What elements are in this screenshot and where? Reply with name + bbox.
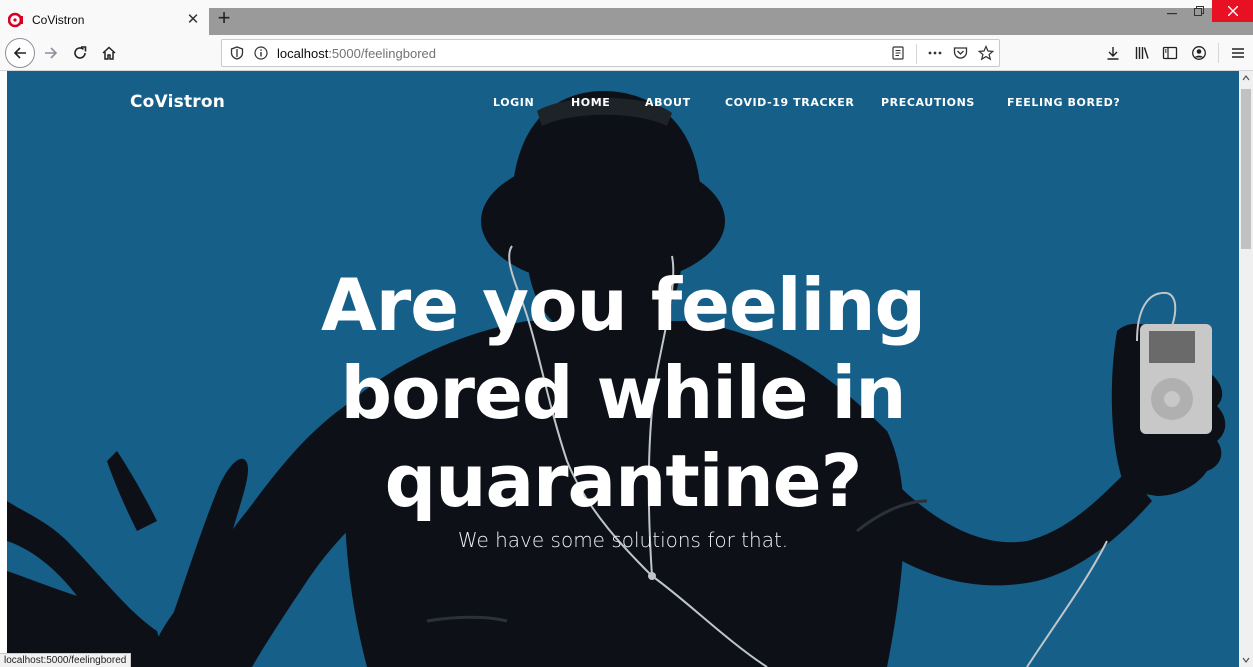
covistron-favicon-icon [8, 12, 24, 28]
url-text: localhost:5000/feelingbored [277, 46, 436, 61]
downloads-icon[interactable] [1100, 40, 1126, 66]
url-host: localhost [277, 46, 329, 61]
window-close-icon[interactable] [1212, 0, 1253, 22]
page-actions-icon[interactable] [927, 46, 943, 65]
scroll-down-icon [1242, 657, 1250, 663]
url-path: :5000/feelingbored [328, 46, 437, 61]
tab-strip: CoVistron ✕ + [0, 0, 1253, 35]
address-bar[interactable]: localhost:5000/feelingbored [221, 39, 1000, 67]
forward-arrow-icon[interactable] [38, 40, 64, 66]
ipod-illustration [1140, 324, 1212, 434]
url-divider [916, 44, 917, 64]
browser-toolbar: localhost:5000/feelingbored [0, 35, 1253, 71]
tab-title: CoVistron [32, 13, 85, 27]
nav-link-home[interactable]: HOME [571, 96, 610, 109]
nav-link-about[interactable]: ABOUT [645, 96, 691, 109]
hero-subtitle: We have some solutions for that. [457, 528, 789, 552]
browser-tab[interactable]: CoVistron ✕ [0, 5, 209, 35]
scroll-up-icon [1242, 75, 1250, 81]
new-tab-plus-icon[interactable]: + [213, 7, 235, 30]
link-status-bar: localhost:5000/feelingbored [0, 653, 132, 667]
nav-link-covid-tracker[interactable]: COVID-19 TRACKER [725, 96, 854, 109]
toolbar-divider [1218, 43, 1219, 63]
nav-link-precautions[interactable]: PRECAUTIONS [881, 96, 975, 109]
scrollbar-thumb[interactable] [1241, 89, 1251, 249]
account-icon[interactable] [1186, 40, 1212, 66]
tab-close-icon[interactable]: ✕ [185, 12, 201, 28]
hero-title-line: Are you feeling [321, 263, 926, 347]
site-brand-logo[interactable]: CoVistron [130, 92, 225, 112]
reload-icon[interactable] [67, 40, 93, 66]
hamburger-menu-icon[interactable] [1225, 40, 1251, 66]
hero-title: Are you feeling bored while in quarantin… [223, 261, 1023, 525]
library-icon[interactable] [1129, 40, 1155, 66]
home-icon[interactable] [96, 40, 122, 66]
bookmark-star-icon[interactable] [977, 45, 995, 66]
window-restore-icon[interactable] [1186, 0, 1212, 22]
page-scrollbar[interactable] [1239, 71, 1253, 667]
hero-title-line: bored while in [340, 351, 907, 435]
back-arrow-icon[interactable] [5, 38, 35, 68]
web-page: CoVistron LOGIN HOME ABOUT COVID-19 TRAC… [7, 71, 1239, 667]
nav-link-feeling-bored[interactable]: FEELING BORED? [1007, 96, 1120, 109]
sidebar-icon[interactable] [1157, 40, 1183, 66]
nav-link-login[interactable]: LOGIN [493, 96, 534, 109]
tab-strip-background [208, 8, 1253, 35]
reader-view-icon[interactable] [891, 46, 905, 65]
tracking-shield-icon[interactable] [230, 46, 244, 65]
hero-title-line: quarantine? [384, 439, 863, 523]
window-minimize-icon[interactable] [1158, 0, 1186, 22]
site-info-icon[interactable] [254, 46, 268, 65]
pocket-icon[interactable] [953, 46, 968, 65]
